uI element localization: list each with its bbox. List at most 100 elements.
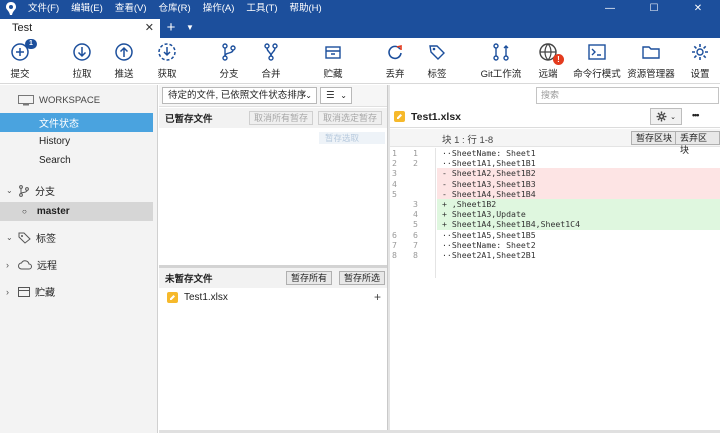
git-flow-label: Git工作流	[480, 69, 522, 80]
chevron-down-icon: ⌄	[6, 233, 13, 242]
diff-line-added: 3 + ,Sheet1B2	[390, 198, 720, 210]
close-window-button[interactable]: ✕	[676, 0, 720, 17]
sidebar-section-branches[interactable]: ⌄ 分支	[0, 181, 153, 200]
sidebar-section-tags[interactable]: ⌄ 标签	[0, 228, 153, 247]
unstage-tooltip: 暂存选取	[319, 132, 385, 144]
chevron-right-icon: ›	[6, 286, 9, 297]
sidebar-section-remotes[interactable]: › 远程	[0, 255, 153, 274]
search-placeholder: 搜索	[541, 90, 560, 100]
diff-panel: 搜索 Test1.xlsx ⌄ ••• 块 1 : 行 1-8 暂存区块 丢弃区…	[390, 85, 720, 433]
sidebar-section-label: 贮藏	[35, 288, 55, 299]
commit-count-badge: 1	[25, 39, 37, 49]
chevron-down-icon: ⌄	[340, 91, 347, 100]
sidebar-section-stashes[interactable]: › 贮藏	[0, 282, 153, 301]
menu-view[interactable]: 查看(V)	[109, 0, 153, 17]
stash-button[interactable]: 贮藏	[308, 41, 358, 80]
new-line-number: 6	[413, 229, 418, 240]
menu-repository[interactable]: 仓库(R)	[152, 0, 196, 17]
remote-button[interactable]: ! 远端	[523, 41, 573, 80]
pull-icon	[71, 41, 93, 63]
tab-close-icon[interactable]: ✕	[145, 19, 154, 38]
stage-selected-button[interactable]: 暂存所选	[339, 271, 386, 285]
sidebar-section-label: 标签	[36, 234, 56, 245]
fetch-button[interactable]: 获取	[142, 41, 192, 80]
unstage-selected-button[interactable]: 取消选定暂存	[318, 111, 383, 125]
stash-icon	[18, 287, 30, 297]
chevron-down-icon: ⌄	[670, 113, 676, 121]
menu-edit[interactable]: 编辑(E)	[65, 0, 109, 17]
sidebar: WORKSPACE 文件状态 History Search ⌄ 分支 ○ mas…	[0, 85, 158, 433]
menu-file[interactable]: 文件(F)	[22, 0, 65, 17]
git-flow-button[interactable]: Git工作流	[476, 41, 526, 80]
sidebar-item-file-status[interactable]: 文件状态	[0, 113, 153, 132]
search-input[interactable]: 搜索	[536, 87, 719, 104]
pull-label: 拉取	[72, 69, 92, 80]
commit-icon: 1	[9, 39, 37, 63]
old-line-number: 6	[392, 229, 397, 240]
old-line-number: 4	[392, 178, 397, 189]
sidebar-item-master[interactable]: ○ master	[0, 202, 153, 221]
branch-label: 分支	[219, 69, 239, 80]
more-options-button[interactable]: •••	[692, 110, 700, 120]
remote-label: 远端	[538, 69, 558, 80]
push-label: 推送	[114, 69, 134, 80]
merge-button[interactable]: 合并	[246, 41, 296, 80]
old-line-number	[390, 219, 413, 229]
explorer-button[interactable]: 资源管理器	[626, 41, 676, 80]
sidebar-workspace-label: WORKSPACE	[39, 95, 101, 106]
menu-help[interactable]: 帮助(H)	[284, 0, 328, 17]
new-tab-button[interactable]: +	[163, 17, 179, 38]
git-flow-icon	[490, 41, 512, 63]
tag-button[interactable]: 标签	[412, 41, 462, 80]
tab-list-chevron-icon[interactable]: ▼	[186, 17, 194, 38]
list-view-icon: ☰	[326, 90, 335, 101]
diff-line-text: + Sheet1A4,Sheet1B4,Sheet1C4	[437, 219, 720, 230]
stage-hunk-button[interactable]: 暂存区块	[631, 131, 678, 145]
staged-header: 已暂存文件 取消所有暂存 取消选定暂存	[159, 108, 387, 128]
diff-line-text: - Sheet1A3,Sheet1B3	[437, 178, 720, 189]
old-line-number: 2	[392, 158, 397, 169]
menu-tools[interactable]: 工具(T)	[240, 0, 283, 17]
stage-all-button[interactable]: 暂存所有	[286, 271, 333, 285]
tab-repository[interactable]: Test ✕	[0, 19, 160, 38]
sidebar-section-label: 分支	[35, 187, 55, 198]
discard-hunk-button[interactable]: 丢弃区块	[675, 131, 720, 155]
menu-actions[interactable]: 操作(A)	[197, 0, 241, 17]
diff-options-button[interactable]: ⌄	[650, 108, 682, 125]
terminal-label: 命令行模式	[573, 69, 621, 80]
diff-header: Test1.xlsx ⌄ •••	[390, 106, 720, 128]
file-name: Test1.xlsx	[184, 291, 228, 303]
stage-file-plus-icon[interactable]: +	[374, 290, 381, 304]
diff-line-removed: 4 - Sheet1A3,Sheet1B3	[390, 178, 720, 189]
new-line-number: 3	[413, 198, 418, 209]
explorer-label: 资源管理器	[627, 69, 675, 80]
old-line-number: 8	[392, 249, 397, 260]
tab-bar: Test ✕ + ▼	[0, 17, 720, 38]
settings-label: 设置	[690, 69, 710, 80]
diff-line-text: ··Sheet1A1,Sheet1B1	[442, 158, 536, 169]
diff-code: 1 1 ··SheetName: Sheet1 2 2 ··Sheet1A1,Sheet…	[390, 148, 720, 260]
new-line-number	[413, 189, 437, 199]
hunk-title: 块 1 : 行 1-8	[442, 135, 494, 146]
sidebar-workspace[interactable]: WORKSPACE	[0, 91, 153, 110]
diff-line-text: + ,Sheet1B2	[437, 198, 720, 210]
monitor-icon	[18, 95, 34, 106]
new-line-number	[413, 168, 437, 178]
sidebar-item-search[interactable]: Search	[0, 151, 153, 170]
modified-file-icon	[167, 291, 178, 303]
terminal-button[interactable]: 命令行模式	[572, 41, 622, 80]
settings-icon	[689, 41, 711, 63]
commit-button[interactable]: 1 提交	[0, 39, 45, 80]
minimize-button[interactable]: —	[588, 0, 632, 17]
unstage-all-button[interactable]: 取消所有暂存	[249, 111, 314, 125]
settings-button[interactable]: 设置	[675, 41, 720, 80]
tag-icon	[426, 41, 448, 63]
view-mode-dropdown[interactable]: ☰ ⌄	[320, 87, 352, 104]
diff-line: 2 2 ··Sheet1A1,Sheet1B1	[390, 158, 720, 168]
sidebar-item-history[interactable]: History	[0, 132, 153, 151]
discard-label: 丢弃	[385, 69, 405, 80]
maximize-button[interactable]: ☐	[632, 0, 676, 17]
list-item[interactable]: Test1.xlsx +	[161, 288, 387, 306]
sort-dropdown[interactable]: 待定的文件, 已依照文件状态排序 ⌄	[162, 87, 317, 104]
toolbar: 1 提交 拉取 推送 获取 分支 合并 贮藏 丢弃 标签 Git工作流 ! 远端…	[0, 38, 720, 84]
